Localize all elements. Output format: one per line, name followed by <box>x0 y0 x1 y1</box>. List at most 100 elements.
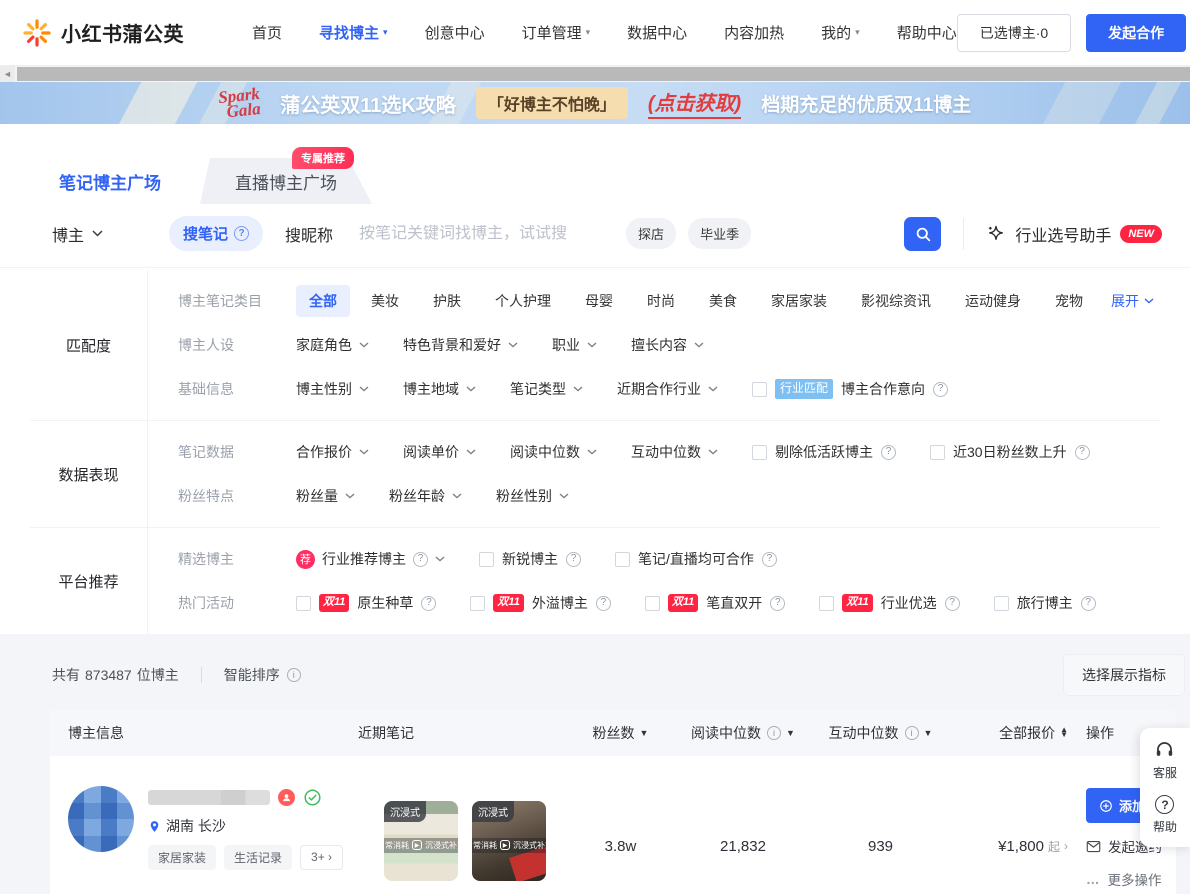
filter-checkbox[interactable]: 旅行博主? <box>994 593 1096 613</box>
smart-sort-dropdown[interactable]: 智能排序 i <box>224 665 301 685</box>
checkbox[interactable] <box>752 382 767 397</box>
category-chip[interactable]: 个人护理 <box>482 285 564 317</box>
recommend-dropdown[interactable]: 荐行业推荐博主? <box>296 549 445 569</box>
filter-checkbox[interactable]: 近30日粉丝数上升? <box>930 442 1090 462</box>
nav-item-4[interactable]: 订单管理▾ <box>522 22 591 43</box>
filter-checkbox[interactable]: 新锐博主? <box>479 549 581 569</box>
search-scope-dropdown[interactable]: 博主 <box>52 222 103 246</box>
help-icon[interactable]: ? <box>933 382 948 397</box>
category-chip[interactable]: 宠物 <box>1042 285 1096 317</box>
horizontal-scrollbar[interactable]: ◄ <box>0 66 1190 82</box>
column-header-3[interactable]: 粉丝数▼ <box>568 723 673 743</box>
blogger-tag[interactable]: 生活记录 <box>224 845 292 870</box>
blogger-name-blurred[interactable] <box>148 790 270 805</box>
scrollbar-thumb[interactable] <box>17 67 1190 81</box>
nav-item-5[interactable]: 数据中心 <box>627 22 687 43</box>
category-chip[interactable]: 运动健身 <box>952 285 1034 317</box>
category-chip[interactable]: 全部 <box>296 285 350 317</box>
choose-metrics-button[interactable]: 选择展示指标 <box>1064 655 1184 695</box>
filter-dropdown[interactable]: 阅读单价 <box>403 442 476 462</box>
filter-dropdown[interactable]: 合作报价 <box>296 442 369 462</box>
checkbox[interactable] <box>752 445 767 460</box>
filter-dropdown[interactable]: 职业 <box>552 335 597 355</box>
category-chip[interactable]: 美食 <box>696 285 750 317</box>
more-tags-button[interactable]: 3+ › <box>300 845 343 870</box>
hot-tag-biyeji[interactable]: 毕业季 <box>688 218 751 249</box>
price-cell[interactable]: ¥1,800 起 › <box>998 828 1068 855</box>
checkbox[interactable] <box>479 552 494 567</box>
filter-dropdown[interactable]: 粉丝量 <box>296 486 355 506</box>
category-chip[interactable]: 家居家装 <box>758 285 840 317</box>
hot-tag-tandian[interactable]: 探店 <box>626 218 676 249</box>
filter-dropdown[interactable]: 阅读中位数 <box>510 442 597 462</box>
help-icon[interactable]: ? <box>1075 445 1090 460</box>
filter-checkbox[interactable]: 剔除低活跃博主? <box>752 442 896 462</box>
search-input[interactable] <box>359 225 614 243</box>
help-icon[interactable]: ? <box>770 596 785 611</box>
help-icon[interactable]: ? <box>413 552 428 567</box>
promo-banner[interactable]: SparkGala 蒲公英双11选K攻略 「好博主不怕晚」 (点击获取) 档期充… <box>0 82 1190 124</box>
sort-desc-icon[interactable]: ▼ <box>640 728 649 738</box>
category-chip[interactable]: 母婴 <box>572 285 626 317</box>
column-header-5[interactable]: 互动中位数i▼ <box>813 723 948 743</box>
blogger-tag[interactable]: 家居家装 <box>148 845 216 870</box>
checkbox[interactable] <box>994 596 1009 611</box>
nav-item-8[interactable]: 帮助中心 <box>897 22 957 43</box>
help-icon[interactable]: ? <box>945 596 960 611</box>
filter-checkbox[interactable]: 行业匹配博主合作意向? <box>752 379 948 399</box>
info-icon[interactable]: i <box>287 668 301 682</box>
help-button[interactable]: ? 帮助 <box>1153 795 1177 835</box>
sort-icon[interactable]: ▲▼ <box>1060 728 1068 738</box>
customer-service-button[interactable]: 客服 <box>1153 739 1177 781</box>
banner-cta[interactable]: (点击获取) <box>648 87 741 119</box>
scroll-left-button[interactable]: ◄ <box>0 66 15 82</box>
filter-dropdown[interactable]: 粉丝年龄 <box>389 486 462 506</box>
filter-checkbox[interactable]: 双11外溢博主? <box>470 593 610 613</box>
info-icon[interactable]: i <box>905 726 919 740</box>
note-thumbnail[interactable]: 沉浸式 日常消耗▶沉浸式补货 <box>472 801 546 881</box>
filter-dropdown[interactable]: 粉丝性别 <box>496 486 569 506</box>
checkbox[interactable] <box>615 552 630 567</box>
nav-item-1[interactable]: 首页 <box>252 22 282 43</box>
filter-checkbox[interactable]: 双11笔直双开? <box>645 593 785 613</box>
search-mode-note[interactable]: 搜笔记 ? <box>169 216 263 251</box>
checkbox[interactable] <box>296 596 311 611</box>
expand-button[interactable]: 展开 <box>1111 291 1160 311</box>
category-chip[interactable]: 时尚 <box>634 285 688 317</box>
category-chip[interactable]: 护肤 <box>420 285 474 317</box>
filter-dropdown[interactable]: 擅长内容 <box>631 335 704 355</box>
search-mode-nickname[interactable]: 搜昵称 <box>285 222 333 246</box>
help-icon[interactable]: ? <box>762 552 777 567</box>
filter-dropdown[interactable]: 家庭角色 <box>296 335 369 355</box>
more-actions-button[interactable]: … 更多操作 <box>1086 869 1162 889</box>
filter-checkbox[interactable]: 双11行业优选? <box>819 593 959 613</box>
category-chip[interactable]: 美妆 <box>358 285 412 317</box>
filter-dropdown[interactable]: 博主性别 <box>296 379 369 399</box>
nav-item-3[interactable]: 创意中心 <box>425 22 485 43</box>
help-icon[interactable]: ? <box>596 596 611 611</box>
column-header-6[interactable]: 全部报价▲▼ <box>948 723 1068 743</box>
column-header-4[interactable]: 阅读中位数i▼ <box>673 723 813 743</box>
table-row[interactable]: 湖南 长沙 家居家装生活记录3+ › 沉浸式 日常消耗▶沉浸式补货沉浸式 日常消… <box>50 756 1176 894</box>
filter-dropdown[interactable]: 笔记类型 <box>510 379 583 399</box>
checkbox[interactable] <box>645 596 660 611</box>
tab-note-blogger-plaza[interactable]: 笔记博主广场 <box>24 158 196 204</box>
info-icon[interactable]: i <box>767 726 781 740</box>
sort-desc-icon[interactable]: ▼ <box>786 728 795 738</box>
help-icon[interactable]: ? <box>1081 596 1096 611</box>
checkbox[interactable] <box>819 596 834 611</box>
filter-checkbox[interactable]: 笔记/直播均可合作? <box>615 549 777 569</box>
brand-logo[interactable]: 小红书蒲公英 <box>22 18 184 48</box>
help-icon[interactable]: ? <box>234 226 249 241</box>
note-thumbnail[interactable]: 沉浸式 日常消耗▶沉浸式补货 <box>384 801 458 881</box>
filter-checkbox[interactable]: 双11原生种草? <box>296 593 436 613</box>
help-icon[interactable]: ? <box>881 445 896 460</box>
search-button[interactable] <box>904 217 941 251</box>
checkbox[interactable] <box>470 596 485 611</box>
checkbox[interactable] <box>930 445 945 460</box>
start-cooperation-button[interactable]: 发起合作 <box>1086 14 1186 52</box>
avatar[interactable] <box>68 786 134 852</box>
filter-dropdown[interactable]: 近期合作行业 <box>617 379 718 399</box>
selected-bloggers-button[interactable]: 已选博主·0 <box>957 14 1071 52</box>
filter-dropdown[interactable]: 互动中位数 <box>631 442 718 462</box>
